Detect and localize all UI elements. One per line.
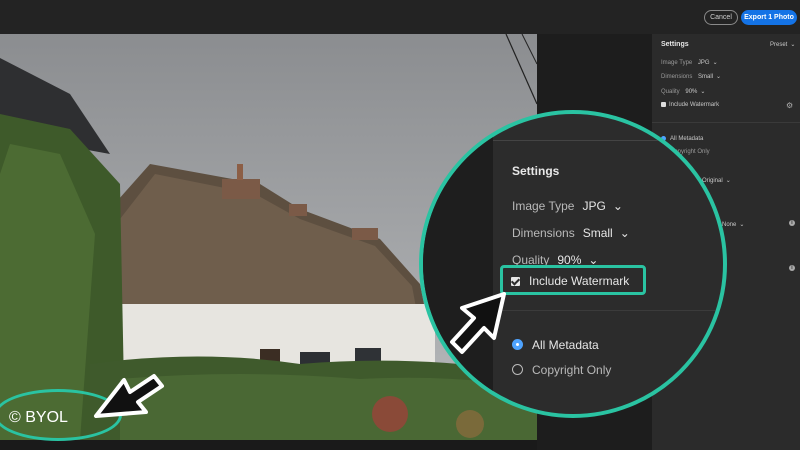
gear-icon[interactable]: ⚙ — [786, 101, 793, 110]
info-icon[interactable]: i — [789, 265, 795, 271]
image-type-label: Image Type — [661, 60, 693, 66]
chevron-down-icon: ⌄ — [700, 89, 706, 95]
cursor-arrow-icon — [450, 292, 506, 354]
magnifier-callout: Settings Image Type JPG ⌄ Dimensions Small ⌄… — [419, 110, 727, 418]
magnifier-copyright-only-option[interactable]: Copyright Only — [512, 363, 611, 377]
dimensions-row[interactable]: Dimensions Small ⌄ — [661, 73, 721, 80]
info-icon[interactable]: i — [789, 220, 795, 226]
watermark-row[interactable]: Include Watermark — [661, 102, 719, 108]
watermark-label: Include Watermark — [529, 274, 630, 288]
chevron-down-icon: ⌄ — [612, 199, 623, 213]
none-dropdown[interactable]: None ⌄ — [722, 221, 744, 228]
size-dropdown[interactable]: Original ⌄ — [702, 177, 731, 184]
dimensions-label: Dimensions — [512, 226, 575, 240]
chevron-down-icon: ⌄ — [725, 178, 731, 184]
magnifier-gutter — [423, 114, 493, 414]
quality-value: 90% — [685, 89, 698, 95]
preset-label: Preset — [770, 42, 788, 48]
dimensions-value: Small — [698, 74, 714, 80]
radio-unselected[interactable] — [512, 364, 523, 375]
divider — [493, 310, 723, 311]
chevron-down-icon: ⌄ — [739, 222, 745, 228]
cursor-arrow-icon — [94, 374, 164, 418]
dimensions-value: Small — [582, 226, 613, 240]
dimensions-label: Dimensions — [661, 74, 693, 80]
export-button[interactable]: Export 1 Photo — [741, 10, 797, 25]
watermark-label: Include Watermark — [669, 102, 720, 109]
magnifier-watermark-row[interactable]: Include Watermark — [511, 274, 629, 288]
chevron-down-icon: ⌄ — [790, 42, 796, 48]
all-metadata-label: All Metadata — [532, 338, 599, 352]
divider — [652, 122, 800, 123]
magnifier-settings-heading: Settings — [512, 164, 560, 178]
watermark-text: © BYOL — [9, 409, 68, 426]
magnifier-dimensions-row[interactable]: Dimensions Small ⌄ — [512, 226, 630, 240]
copyright-only-label: Copyright Only — [532, 363, 612, 377]
quality-label: Quality — [661, 89, 680, 95]
watermark-checkbox[interactable] — [511, 277, 520, 286]
top-bar: Cancel Export 1 Photo — [0, 0, 800, 34]
watermark-checkbox[interactable] — [661, 102, 666, 107]
image-type-value: JPG — [697, 60, 710, 66]
original-value: Original — [702, 178, 723, 184]
magnifier-all-metadata-option[interactable]: All Metadata — [512, 338, 599, 352]
none-value: None — [722, 222, 737, 228]
radio-selected[interactable] — [512, 339, 523, 350]
chevron-down-icon: ⌄ — [716, 74, 722, 80]
quality-row[interactable]: Quality 90% ⌄ — [661, 88, 705, 95]
image-type-label: Image Type — [512, 199, 575, 213]
image-type-row[interactable]: Image Type JPG ⌄ — [661, 59, 718, 66]
divider — [493, 140, 723, 141]
image-type-value: JPG — [582, 199, 606, 213]
cancel-button[interactable]: Cancel — [704, 10, 738, 25]
magnifier-image-type-row[interactable]: Image Type JPG ⌄ — [512, 199, 623, 213]
chevron-down-icon: ⌄ — [619, 226, 630, 240]
preset-dropdown[interactable]: Preset ⌄ — [770, 41, 795, 48]
settings-heading: Settings — [661, 41, 689, 48]
chevron-down-icon: ⌄ — [712, 60, 718, 66]
